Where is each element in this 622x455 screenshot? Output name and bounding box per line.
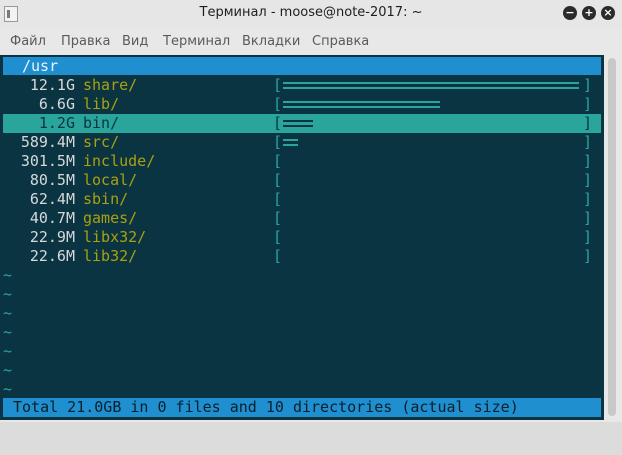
gauge-close-bracket: ]: [583, 171, 593, 189]
entry-name: bin/: [83, 114, 120, 132]
gauge-open-bracket: [: [273, 95, 283, 113]
entry-size: 62.4M: [29, 190, 75, 208]
directory-row[interactable]: 80.5M local/ []: [0, 171, 604, 190]
menu-edit[interactable]: Правка: [61, 34, 110, 49]
entry-size: 301.5M: [20, 152, 75, 170]
empty-line-marker: ~: [3, 304, 13, 322]
gauge-close-bracket: ]: [583, 209, 593, 227]
window-title: Терминал - moose@note-2017: ~: [199, 5, 423, 20]
entry-name: lib/: [83, 95, 120, 113]
scrollbar-thumb[interactable]: [608, 58, 616, 416]
gauge-open-bracket: [: [273, 247, 283, 265]
entry-size: 22.9M: [29, 228, 75, 246]
entry-name: games/: [83, 209, 138, 227]
entry-name: libx32/: [83, 228, 147, 246]
close-icon[interactable]: ×: [601, 6, 615, 20]
entry-name: share/: [83, 76, 138, 94]
directory-row[interactable]: 40.7M games/ []: [0, 209, 604, 228]
gauge-open-bracket: [: [273, 190, 283, 208]
title-bar[interactable]: Терминал - moose@note-2017: ~ − + ×: [0, 0, 622, 28]
terminal-area[interactable]: /usr 12.1G share/[] 6.6G lib/[] 1.2G bin/[] 58…: [0, 55, 604, 420]
current-path-bar: /usr: [3, 57, 601, 75]
gauge-open-bracket: [: [273, 171, 283, 189]
gauge-close-bracket: ]: [583, 152, 593, 170]
directory-row[interactable]: 62.4M sbin/ []: [0, 190, 604, 209]
gauge-open-bracket: [: [273, 152, 283, 170]
gauge-open-bracket: [: [273, 228, 283, 246]
current-path: /usr: [22, 57, 59, 75]
entry-name: sbin/: [83, 190, 129, 208]
directory-row[interactable]: 1.2G bin/ []: [3, 114, 601, 133]
entry-size: 80.5M: [29, 171, 75, 189]
usage-gauge-fill: [283, 76, 579, 95]
menu-terminal[interactable]: Терминал: [163, 34, 230, 49]
maximize-icon[interactable]: +: [582, 6, 596, 20]
entry-size: 589.4M: [20, 133, 75, 151]
entry-name: local/: [83, 171, 138, 189]
gauge-open-bracket: [: [273, 133, 283, 151]
gauge-open-bracket: [: [273, 76, 283, 94]
menu-file[interactable]: Файл: [10, 34, 46, 49]
menu-view[interactable]: Вид: [122, 34, 148, 49]
menu-help[interactable]: Справка: [312, 34, 369, 49]
terminal-window: Терминал - moose@note-2017: ~ − + × Файл…: [0, 0, 622, 422]
gauge-close-bracket: ]: [583, 190, 593, 208]
gauge-open-bracket: [: [273, 114, 283, 132]
entry-size: 6.6G: [38, 95, 75, 113]
entry-size: 22.6M: [29, 247, 75, 265]
empty-line-marker: ~: [3, 361, 13, 379]
entry-name: lib32/: [83, 247, 138, 265]
gauge-close-bracket: ]: [583, 95, 593, 113]
usage-gauge-fill: [283, 133, 298, 152]
entry-size: 40.7M: [29, 209, 75, 227]
entry-name: src/: [83, 133, 120, 151]
entry-name: include/: [83, 152, 156, 170]
gauge-close-bracket: ]: [583, 247, 593, 265]
status-text: Total 21.0GB in 0 files and 10 directori…: [13, 398, 519, 416]
entry-size: 12.1G: [29, 76, 75, 94]
directory-row[interactable]: 6.6G lib/ []: [0, 95, 604, 114]
empty-line-marker: ~: [3, 266, 13, 284]
menu-tabs[interactable]: Вкладки: [242, 34, 300, 49]
menu-bar: Файл Правка Вид Терминал Вкладки Справка: [0, 28, 622, 54]
empty-line-marker: ~: [3, 380, 13, 398]
status-bar: Total 21.0GB in 0 files and 10 directori…: [3, 398, 601, 417]
directory-row[interactable]: 301.5M include/ []: [0, 152, 604, 171]
gauge-open-bracket: [: [273, 209, 283, 227]
entry-size: 1.2G: [38, 114, 75, 132]
gauge-close-bracket: ]: [583, 114, 593, 132]
gauge-close-bracket: ]: [583, 133, 593, 151]
directory-row[interactable]: 12.1G share/ []: [0, 76, 604, 95]
empty-line-marker: ~: [3, 342, 13, 360]
empty-line-marker: ~: [3, 285, 13, 303]
gauge-close-bracket: ]: [583, 228, 593, 246]
usage-gauge-fill: [283, 95, 440, 114]
minimize-icon[interactable]: −: [563, 6, 577, 20]
gauge-close-bracket: ]: [583, 76, 593, 94]
directory-row[interactable]: 22.9M libx32/ []: [0, 228, 604, 247]
directory-row[interactable]: 22.6M lib32/ []: [0, 247, 604, 266]
directory-row[interactable]: 589.4M src/ []: [0, 133, 604, 152]
empty-line-marker: ~: [3, 323, 13, 341]
usage-gauge-fill: [283, 114, 313, 133]
